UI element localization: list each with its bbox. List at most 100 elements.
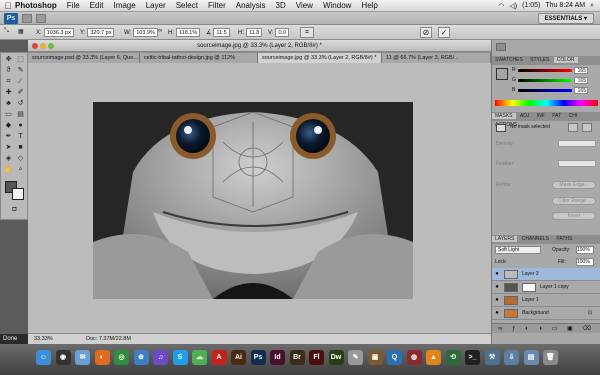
menu-analysis[interactable]: Analysis (231, 1, 271, 10)
layer-row[interactable]: ● Layer 1 copy (492, 281, 600, 294)
add-pixel-mask-icon[interactable] (568, 123, 578, 132)
tab-layers[interactable]: LAYERS (492, 236, 518, 242)
vlc-icon[interactable]: ▲ (426, 350, 441, 365)
feather-field[interactable] (558, 160, 596, 167)
visibility-eye-icon[interactable]: ● (494, 271, 500, 277)
tab-info[interactable]: INF (534, 113, 548, 119)
menu-image[interactable]: Image (108, 1, 140, 10)
commit-transform-icon[interactable]: ✓ (438, 27, 450, 38)
tab-sourceimage-psd[interactable]: sourceimage.psd @ 33.3% (Layer 6, Que... (28, 53, 140, 63)
link-icon[interactable]: ∞ (158, 28, 162, 34)
preview-icon[interactable]: ▣ (367, 350, 383, 365)
transform-tool-icon[interactable]: ⤡ (4, 28, 9, 35)
zoom-level[interactable]: 33.33% (34, 334, 53, 344)
density-field[interactable] (558, 140, 596, 147)
move-tool-icon[interactable]: ✥ (3, 55, 14, 64)
layer-row[interactable]: ● Layer 2 (492, 268, 600, 281)
menu-select[interactable]: Select (171, 1, 203, 10)
doc-info[interactable]: Doc: 7.37M/22.8M (86, 334, 131, 344)
wifi-icon[interactable]: ◠ (498, 2, 504, 10)
background-color-swatch[interactable] (12, 188, 24, 200)
battery-status[interactable]: (1:05) (522, 2, 540, 9)
terminal-icon[interactable]: >_ (465, 350, 480, 365)
skype-icon[interactable]: S (172, 350, 188, 365)
tab-sourceimage-jpg[interactable]: sourceimage.jpg @ 33.3% (Layer 2, RGB/8#… (258, 53, 382, 63)
itunes-icon[interactable]: ♫ (153, 350, 168, 365)
zoom-window-icon[interactable] (48, 43, 54, 49)
acrobat-icon[interactable]: A (211, 350, 227, 365)
color-b-slider[interactable] (518, 89, 572, 92)
tab-adjustments[interactable]: ADJ (517, 113, 532, 119)
tab-layer-paths[interactable]: PATHS (553, 236, 575, 242)
bridge-launch-icon[interactable] (22, 14, 32, 23)
menu-view[interactable]: View (291, 1, 318, 10)
visibility-eye-icon[interactable]: ● (494, 297, 500, 303)
menu-layer[interactable]: Layer (141, 1, 171, 10)
app-menu[interactable]: Photoshop (12, 1, 62, 10)
fill-field[interactable]: 100% (576, 258, 594, 266)
height-field[interactable]: 118.1% (176, 28, 201, 37)
quick-mask-icon[interactable]: ◘ (9, 205, 20, 214)
spotlight-icon[interactable]: ⌕ (590, 2, 594, 10)
illustrator-icon[interactable]: Ai (231, 350, 246, 365)
visibility-eye-icon[interactable]: ● (494, 310, 500, 316)
hand-tool-icon[interactable]: ✋ (3, 165, 14, 174)
view-extras-icon[interactable] (36, 14, 46, 23)
color-spectrum-ramp[interactable] (495, 100, 598, 106)
cancel-transform-icon[interactable]: ⊘ (420, 27, 432, 38)
menu-edit[interactable]: Edit (85, 1, 109, 10)
warp-toggle-icon[interactable]: ⌗ (300, 27, 314, 38)
eraser-tool-icon[interactable]: ▭ (3, 110, 14, 119)
tab-channels[interactable]: CHANNELS (519, 236, 552, 242)
angle-field[interactable]: 11.5 (213, 28, 230, 37)
pen-tool-icon[interactable]: ✒ (3, 132, 14, 141)
menu-help[interactable]: Help (356, 1, 382, 10)
timemachine-icon[interactable]: ⟲ (445, 350, 461, 365)
documents-icon[interactable]: ▤ (523, 350, 539, 365)
menu-file[interactable]: File (62, 1, 85, 10)
h-skew-field[interactable]: 11.8 (246, 28, 263, 37)
mask-edge-button[interactable]: Mask Edge... (552, 181, 596, 189)
invert-button[interactable]: Invert (552, 212, 596, 220)
xcode-icon[interactable]: ⚒ (484, 350, 500, 365)
minimize-window-icon[interactable] (40, 43, 46, 49)
color-r-value[interactable]: 165 (574, 67, 588, 74)
x-field[interactable]: 1036.3 px (43, 28, 74, 37)
tab-11[interactable]: 11 @ 66.7% (Layer 3, RGB/... (382, 53, 491, 63)
image-canvas[interactable] (93, 102, 413, 299)
close-window-icon[interactable] (32, 43, 38, 49)
indesign-icon[interactable]: Id (270, 350, 285, 365)
color-b-value[interactable]: 165 (574, 87, 588, 94)
dodge-tool-icon[interactable]: ● (15, 121, 26, 130)
trash-icon[interactable]: 🗑 (543, 350, 558, 365)
photoshop-icon[interactable]: Ps (250, 350, 266, 365)
tab-swatches[interactable]: SWATCHES (492, 57, 526, 63)
eyedropper-tool-icon[interactable]: ⁄ (15, 77, 26, 86)
color-range-button[interactable]: Color Range... (552, 197, 596, 205)
chrome-icon[interactable]: ◎ (114, 350, 129, 365)
reference-point-icon[interactable]: ▦ (18, 28, 24, 35)
brush-tool-icon[interactable]: ✐ (15, 88, 26, 97)
shape-tool-icon[interactable]: ■ (15, 143, 26, 152)
3d-camera-tool-icon[interactable]: ◇ (15, 154, 26, 163)
y-field[interactable]: 320.7 px (87, 28, 115, 37)
add-vector-mask-icon[interactable] (582, 123, 592, 132)
marquee-tool-icon[interactable]: ⬚ (15, 55, 26, 64)
blur-tool-icon[interactable]: ◆ (3, 121, 14, 130)
tab-styles[interactable]: STYLES (527, 57, 552, 63)
ichat-icon[interactable]: ☁ (192, 350, 207, 365)
tab-masks[interactable]: MASKS (492, 113, 516, 119)
menu-window[interactable]: Window (318, 1, 356, 10)
3d-rotate-tool-icon[interactable]: ◈ (3, 154, 14, 163)
menu-filter[interactable]: Filter (203, 1, 231, 10)
color-panel-swatch[interactable] (496, 68, 508, 80)
v-skew-field[interactable]: 0.0 (275, 28, 290, 37)
visibility-eye-icon[interactable]: ● (494, 284, 500, 290)
photobooth-icon[interactable]: ◍ (406, 350, 422, 365)
zoom-tool-icon[interactable]: ⌕ (15, 165, 26, 174)
panel-collapse-icon[interactable] (496, 43, 506, 51)
tab-celtic-tattoo[interactable]: celtic-tribal-tattoo-design.jpg @ 112% (140, 53, 258, 63)
lasso-tool-icon[interactable]: ϑ (3, 66, 14, 75)
flash-icon[interactable]: Fl (309, 350, 324, 365)
opacity-field[interactable]: 100% (576, 246, 594, 254)
